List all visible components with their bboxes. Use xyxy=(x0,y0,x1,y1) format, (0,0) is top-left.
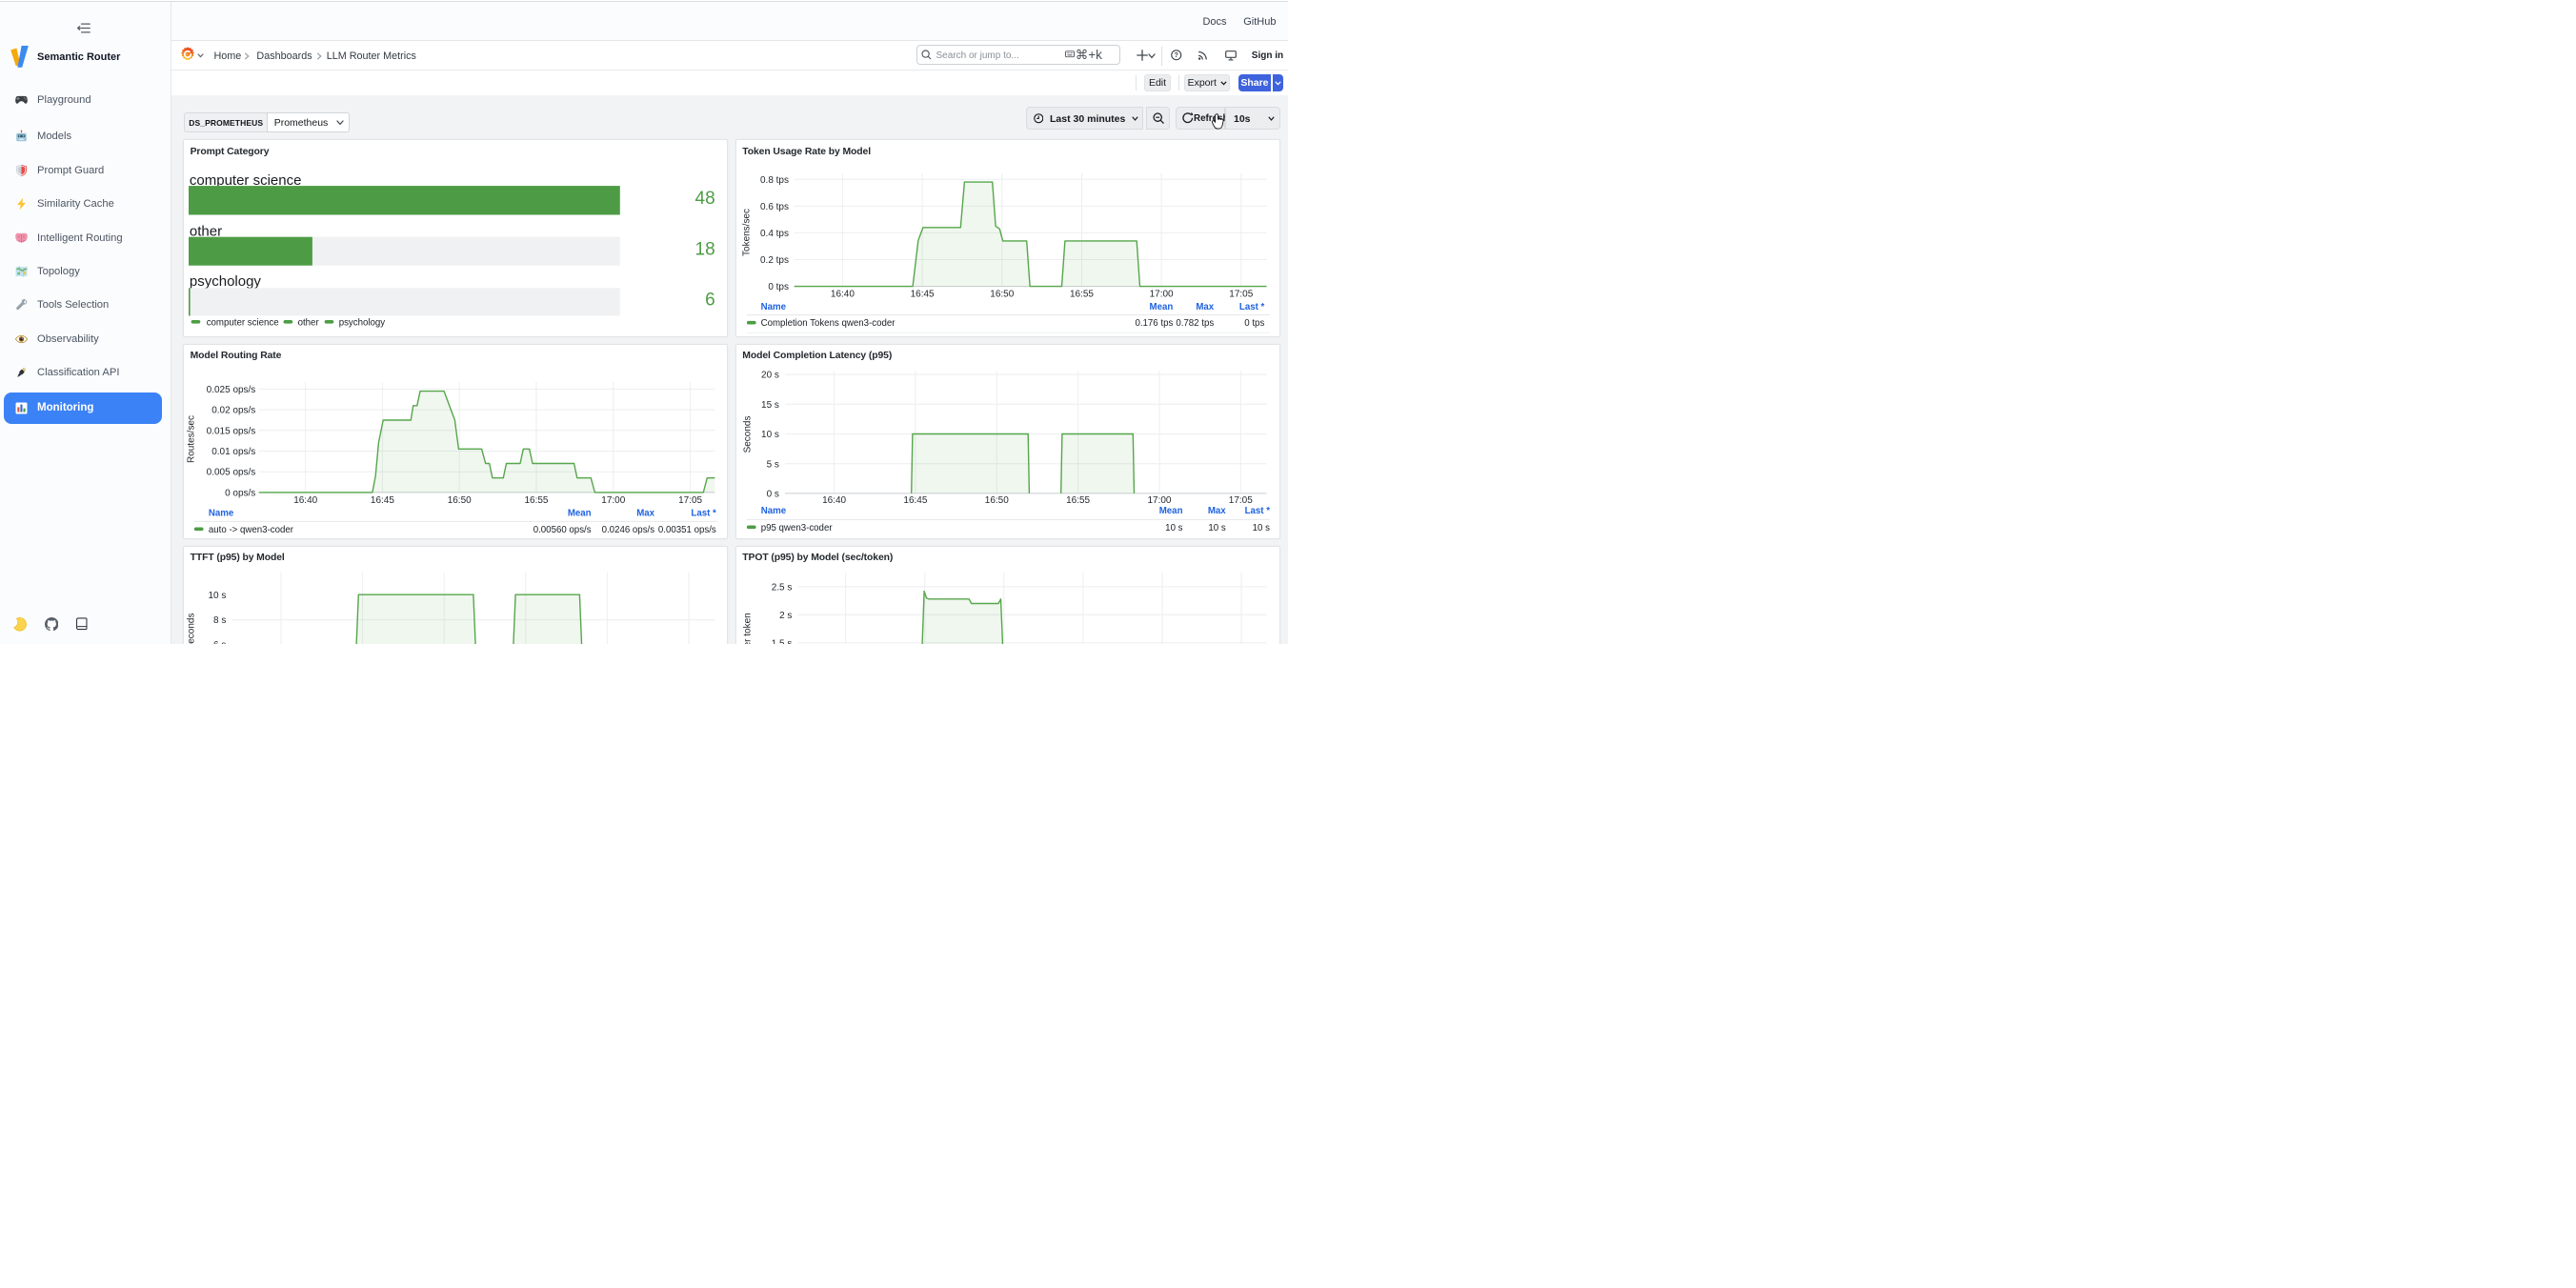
svg-text:s per token: s per token xyxy=(742,613,753,644)
svg-text:20 s: 20 s xyxy=(761,370,779,380)
svg-text:0.6 tps: 0.6 tps xyxy=(760,202,789,212)
svg-text:10 s: 10 s xyxy=(1165,522,1182,533)
svg-text:other: other xyxy=(297,318,319,329)
svg-text:17:05: 17:05 xyxy=(1228,495,1252,506)
svg-text:Seconds: Seconds xyxy=(742,415,753,453)
svg-text:16:50: 16:50 xyxy=(990,290,1014,300)
svg-text:2 s: 2 s xyxy=(779,610,792,620)
svg-text:?: ? xyxy=(1175,51,1178,59)
svg-text:16:45: 16:45 xyxy=(371,495,394,506)
svg-text:17:00: 17:00 xyxy=(1147,495,1171,506)
svg-text:0 s: 0 s xyxy=(766,489,778,499)
svg-text:16:50: 16:50 xyxy=(984,495,1008,506)
svg-text:0.2 tps: 0.2 tps xyxy=(760,255,789,266)
svg-text:0.02 ops/s: 0.02 ops/s xyxy=(211,405,255,415)
svg-text:Last *: Last * xyxy=(1239,302,1265,312)
svg-text:18: 18 xyxy=(694,240,714,260)
svg-text:Name: Name xyxy=(209,508,234,518)
svg-text:16:55: 16:55 xyxy=(1070,290,1094,300)
svg-text:0.005 ops/s: 0.005 ops/s xyxy=(207,467,256,477)
svg-text:16:55: 16:55 xyxy=(524,495,548,506)
svg-text:Seconds: Seconds xyxy=(186,613,196,644)
svg-text:6 s: 6 s xyxy=(213,639,226,644)
svg-text:10 s: 10 s xyxy=(761,430,779,440)
svg-text:Tokens/sec: Tokens/sec xyxy=(741,209,752,256)
svg-text:15 s: 15 s xyxy=(761,399,779,410)
svg-text:0.01 ops/s: 0.01 ops/s xyxy=(211,447,255,457)
svg-text:psychology: psychology xyxy=(339,318,386,329)
svg-text:5 s: 5 s xyxy=(766,459,778,470)
svg-text:auto -> qwen3-coder: auto -> qwen3-coder xyxy=(209,524,294,534)
svg-text:Mean: Mean xyxy=(1158,506,1182,516)
svg-text:0 ops/s: 0 ops/s xyxy=(225,488,255,498)
svg-text:2.5 s: 2.5 s xyxy=(771,582,792,593)
svg-text:17:00: 17:00 xyxy=(1149,290,1173,300)
svg-text:Name: Name xyxy=(760,506,786,516)
svg-text:1.5 s: 1.5 s xyxy=(771,638,792,644)
svg-text:0.00351 ops/s: 0.00351 ops/s xyxy=(658,524,716,534)
svg-text:Routes/sec: Routes/sec xyxy=(186,415,196,463)
svg-text:48: 48 xyxy=(694,189,714,209)
svg-text:Mean: Mean xyxy=(568,508,592,518)
svg-text:Max: Max xyxy=(1207,506,1225,516)
svg-text:0.00560 ops/s: 0.00560 ops/s xyxy=(533,524,592,534)
svg-text:Name: Name xyxy=(760,302,786,312)
svg-text:10 s: 10 s xyxy=(1208,522,1225,533)
svg-text:0.8 tps: 0.8 tps xyxy=(760,175,789,186)
svg-text:17:05: 17:05 xyxy=(1229,290,1253,300)
svg-text:Max: Max xyxy=(636,508,654,518)
svg-text:0.0246 ops/s: 0.0246 ops/s xyxy=(601,524,654,534)
svg-text:16:40: 16:40 xyxy=(293,495,317,506)
svg-text:Completion Tokens qwen3-coder: Completion Tokens qwen3-coder xyxy=(760,318,896,329)
svg-text:16:55: 16:55 xyxy=(1066,495,1090,506)
svg-text:0 tps: 0 tps xyxy=(1244,318,1264,329)
svg-text:16:40: 16:40 xyxy=(830,290,854,300)
svg-text:16:40: 16:40 xyxy=(822,495,846,506)
svg-text:17:05: 17:05 xyxy=(678,495,702,506)
svg-text:16:45: 16:45 xyxy=(903,495,927,506)
svg-text:p95 qwen3-coder: p95 qwen3-coder xyxy=(760,522,833,533)
svg-text:Last *: Last * xyxy=(691,508,716,518)
svg-text:Last *: Last * xyxy=(1244,506,1270,516)
svg-text:16:45: 16:45 xyxy=(910,290,934,300)
svg-text:computer science: computer science xyxy=(207,318,279,329)
svg-text:0.025 ops/s: 0.025 ops/s xyxy=(207,384,256,394)
svg-text:10 s: 10 s xyxy=(1252,522,1269,533)
svg-text:0.782 tps: 0.782 tps xyxy=(1176,318,1214,329)
svg-text:8 s: 8 s xyxy=(213,615,226,626)
svg-text:Mean: Mean xyxy=(1149,302,1173,312)
svg-text:16:50: 16:50 xyxy=(448,495,472,506)
svg-text:0.176 tps: 0.176 tps xyxy=(1135,318,1173,329)
svg-text:psychology: psychology xyxy=(190,273,262,290)
svg-text:0.4 tps: 0.4 tps xyxy=(760,229,789,239)
svg-text:Max: Max xyxy=(1196,302,1214,312)
svg-text:0 tps: 0 tps xyxy=(768,282,789,292)
svg-text:0.015 ops/s: 0.015 ops/s xyxy=(207,426,256,436)
svg-text:17:00: 17:00 xyxy=(601,495,625,506)
svg-text:6: 6 xyxy=(705,291,715,311)
svg-text:10 s: 10 s xyxy=(208,590,226,600)
